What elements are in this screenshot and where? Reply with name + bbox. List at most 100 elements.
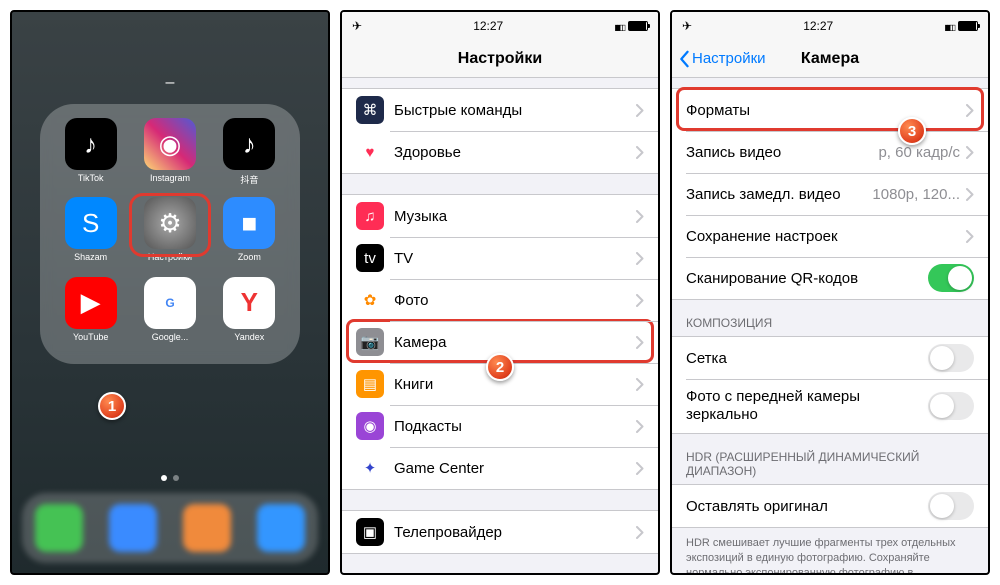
dock-app[interactable] bbox=[183, 504, 231, 552]
chevron-right-icon bbox=[966, 104, 974, 117]
app-label: Instagram bbox=[150, 173, 190, 183]
chevron-right-icon bbox=[636, 104, 644, 117]
row-label: Телепровайдер bbox=[394, 524, 636, 541]
signal-icon bbox=[614, 19, 624, 33]
airplane-icon: ✈ bbox=[682, 19, 692, 33]
chevron-right-icon bbox=[636, 526, 644, 539]
nav-header: Настройки Камера bbox=[672, 40, 988, 78]
row-keep-orig[interactable]: Оставлять оригинал bbox=[672, 485, 988, 527]
chevron-right-icon bbox=[636, 294, 644, 307]
row-podcasts[interactable]: ◉ Подкасты bbox=[342, 405, 658, 447]
app-settings[interactable]: ⚙Настройки bbox=[133, 197, 206, 270]
photos-icon: ✿ bbox=[356, 286, 384, 314]
status-time: 12:27 bbox=[473, 19, 503, 33]
row-gamecenter[interactable]: ✦ Game Center bbox=[342, 447, 658, 489]
status-bar: ✈ 12:27 bbox=[342, 12, 658, 40]
row-label: Подкасты bbox=[394, 418, 636, 435]
section-header: КОМПОЗИЦИЯ bbox=[672, 300, 988, 336]
step-badge-2: 2 bbox=[486, 353, 514, 381]
row-formats[interactable]: Форматы bbox=[672, 89, 988, 131]
app-label: 抖音 bbox=[240, 173, 258, 186]
dock-app[interactable] bbox=[35, 504, 83, 552]
app-douyin[interactable]: ♪ 抖音 bbox=[213, 118, 286, 191]
zoom-icon: ■ bbox=[223, 197, 275, 249]
app-folder[interactable]: ♪TikTok ◉ Instagram ♪ 抖音 S Shazam ⚙Настройки ■ Zo… bbox=[40, 104, 300, 364]
dock-app[interactable] bbox=[257, 504, 305, 552]
row-label: Запись замедл. видео bbox=[686, 186, 872, 203]
app-label: Yandex bbox=[234, 332, 264, 342]
toggle-qr[interactable] bbox=[928, 264, 974, 292]
signal-icon bbox=[944, 19, 954, 33]
status-bar: ✈ 12:27 bbox=[672, 12, 988, 40]
row-mirror[interactable]: Фото с передней камеры зеркально bbox=[672, 379, 988, 433]
app-youtube[interactable]: ▶YouTube bbox=[54, 277, 127, 350]
row-label: Здоровье bbox=[394, 144, 636, 161]
camera-icon: 📷 bbox=[356, 328, 384, 356]
toggle-keep-orig[interactable] bbox=[928, 492, 974, 520]
page-title: Настройки bbox=[458, 50, 542, 68]
chevron-right-icon bbox=[636, 462, 644, 475]
app-yandex[interactable]: YYandex bbox=[213, 277, 286, 350]
row-rec-video[interactable]: Запись видеор, 60 кадр/с bbox=[672, 131, 988, 173]
google-icon: G bbox=[144, 277, 196, 329]
row-label: Быстрые команды bbox=[394, 102, 636, 119]
app-zoom[interactable]: ■ Zoom bbox=[213, 197, 286, 270]
row-health[interactable]: ♥ Здоровье bbox=[342, 131, 658, 173]
nav-header: Настройки bbox=[342, 40, 658, 78]
app-label: Shazam bbox=[74, 252, 107, 262]
back-button[interactable]: Настройки bbox=[678, 50, 766, 68]
row-value: 1080p, 120... bbox=[872, 186, 960, 203]
dock-app[interactable] bbox=[109, 504, 157, 552]
app-instagram[interactable]: ◉ Instagram bbox=[133, 118, 206, 191]
toggle-mirror[interactable] bbox=[928, 392, 974, 420]
app-label: Zoom bbox=[238, 252, 261, 262]
row-label: Форматы bbox=[686, 102, 966, 119]
row-preserve[interactable]: Сохранение настроек bbox=[672, 215, 988, 257]
row-rec-slomo[interactable]: Запись замедл. видео1080p, 120... bbox=[672, 173, 988, 215]
chevron-right-icon bbox=[966, 188, 974, 201]
app-google[interactable]: G Google... bbox=[133, 277, 206, 350]
douyin-icon: ♪ bbox=[223, 118, 275, 170]
health-icon: ♥ bbox=[356, 138, 384, 166]
airplane-icon: ✈ bbox=[352, 19, 362, 33]
app-label: TikTok bbox=[78, 173, 104, 183]
row-shortcuts[interactable]: ⌘Быстрые команды bbox=[342, 89, 658, 131]
tv-icon: tv bbox=[356, 244, 384, 272]
row-label: Game Center bbox=[394, 460, 636, 477]
youtube-icon: ▶ bbox=[65, 277, 117, 329]
screen-home: – ♪TikTok◉Instagram♪抖音SShazam⚙Настройки■… bbox=[10, 10, 330, 575]
instagram-icon: ◉ bbox=[144, 118, 196, 170]
row-label: TV bbox=[394, 250, 636, 267]
settings-group: ▣ Телепровайдер bbox=[342, 510, 658, 554]
row-value: р, 60 кадр/с bbox=[878, 144, 960, 161]
page-title: Камера bbox=[801, 50, 859, 68]
row-label: Сохранение настроек bbox=[686, 228, 966, 245]
row-tvprovider[interactable]: ▣ Телепровайдер bbox=[342, 511, 658, 553]
screen-settings: ✈ 12:27 Настройки 2 ⌘Быстрые команды ♥ Здо… bbox=[340, 10, 660, 575]
books-icon: ▤ bbox=[356, 370, 384, 398]
row-grid[interactable]: Сетка bbox=[672, 337, 988, 379]
podcasts-icon: ◉ bbox=[356, 412, 384, 440]
row-photos[interactable]: ✿Фото bbox=[342, 279, 658, 321]
app-shazam[interactable]: S Shazam bbox=[54, 197, 127, 270]
row-qr[interactable]: Сканирование QR-кодов bbox=[672, 257, 988, 299]
row-tv[interactable]: tv TV bbox=[342, 237, 658, 279]
row-label: Фото с передней камеры зеркально bbox=[686, 388, 928, 424]
gamecenter-icon: ✦ bbox=[356, 454, 384, 482]
app-label: Google... bbox=[152, 332, 189, 342]
battery-icon bbox=[958, 21, 978, 31]
chevron-right-icon bbox=[966, 146, 974, 159]
tvprovider-icon: ▣ bbox=[356, 518, 384, 546]
shazam-icon: S bbox=[65, 197, 117, 249]
settings-group: Сетка Фото с передней камеры зеркально bbox=[672, 336, 988, 434]
row-music[interactable]: ♫Музыка bbox=[342, 195, 658, 237]
chevron-right-icon bbox=[636, 146, 644, 159]
toggle-grid[interactable] bbox=[928, 344, 974, 372]
row-label: Камера bbox=[394, 334, 636, 351]
chevron-right-icon bbox=[966, 230, 974, 243]
section-footer: HDR смешивает лучшие фрагменты трех отде… bbox=[672, 528, 988, 573]
row-label: Сетка bbox=[686, 350, 928, 367]
app-tiktok[interactable]: ♪TikTok bbox=[54, 118, 127, 191]
chevron-right-icon bbox=[636, 210, 644, 223]
settings-group: ⌘Быстрые команды ♥ Здоровье bbox=[342, 88, 658, 174]
